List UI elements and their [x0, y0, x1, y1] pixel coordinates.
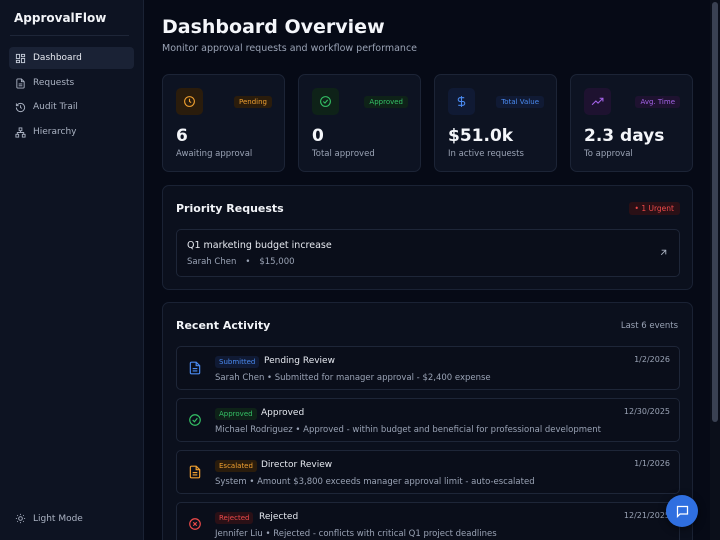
- status-badge: Submitted: [215, 356, 260, 368]
- panel-title: Priority Requests: [176, 202, 284, 215]
- sun-icon: [15, 513, 26, 524]
- stat-label: In active requests: [448, 149, 524, 159]
- light-mode-toggle[interactable]: Light Mode: [15, 513, 83, 524]
- trending-up-icon: [591, 97, 604, 106]
- stat-label: To approval: [584, 149, 633, 159]
- activity-date: 1/2/2026: [634, 355, 670, 364]
- activity-item[interactable]: Submitted Pending Review Sarah Chen • Su…: [176, 346, 680, 390]
- sidebar-item-label: Dashboard: [33, 53, 82, 63]
- stat-value: $51.0k: [448, 126, 514, 146]
- activity-date: 12/21/2025: [623, 511, 670, 520]
- activity-title: Director Review: [261, 460, 333, 470]
- stat-icon-box: [312, 88, 339, 115]
- status-badge: Avg. Time: [635, 96, 680, 108]
- sidebar: ApprovalFlow Dashboard Requests Audit Tr…: [0, 0, 144, 540]
- status-badge: Approved: [215, 408, 257, 420]
- file-icon: [189, 465, 201, 479]
- activity-description: Sarah Chen • Submitted for manager appro…: [215, 373, 491, 383]
- stat-icon-box: [176, 88, 203, 115]
- events-count: Last 6 events: [620, 321, 678, 331]
- activity-item[interactable]: Approved Approved Michael Rodriguez • Ap…: [176, 398, 680, 442]
- x-circle-icon: [189, 518, 201, 530]
- priority-request-item[interactable]: Q1 marketing budget increase Sarah Chen …: [176, 229, 680, 277]
- stat-icon-box: [448, 88, 475, 115]
- activity-title: Pending Review: [264, 356, 335, 366]
- sidebar-item-audit-trail[interactable]: Audit Trail: [9, 96, 134, 118]
- org-chart-icon: [15, 126, 26, 138]
- stat-card-avg-time: Avg. Time 2.3 days To approval: [570, 74, 693, 172]
- request-meta: Sarah Chen • $15,000: [187, 257, 295, 267]
- urgent-badge: • 1 Urgent: [628, 202, 680, 215]
- file-icon: [189, 361, 201, 375]
- meta-separator: •: [245, 257, 251, 267]
- activity-item[interactable]: Escalated Director Review System • Amoun…: [176, 450, 680, 494]
- document-icon: [16, 77, 25, 89]
- stat-card-approved: Approved 0 Total approved: [298, 74, 421, 172]
- activity-description: System • Amount $3,800 exceeds manager a…: [215, 477, 535, 487]
- stat-card-pending: Pending 6 Awaiting approval: [162, 74, 285, 172]
- activity-title: Approved: [261, 408, 305, 418]
- clock-icon: [184, 96, 195, 107]
- activity-date: 1/1/2026: [634, 459, 670, 468]
- sidebar-item-hierarchy[interactable]: Hierarchy: [9, 121, 134, 143]
- chat-icon: [676, 505, 688, 518]
- panel-title: Recent Activity: [176, 319, 271, 332]
- status-badge: Pending: [234, 96, 272, 108]
- sidebar-item-label: Hierarchy: [33, 127, 77, 137]
- sidebar-item-requests[interactable]: Requests: [9, 72, 134, 94]
- stat-label: Total approved: [312, 149, 375, 159]
- status-badge: Escalated: [215, 460, 257, 472]
- arrow-up-right-icon[interactable]: [658, 247, 669, 258]
- requester-name: Sarah Chen: [187, 257, 237, 267]
- sidebar-item-dashboard[interactable]: Dashboard: [9, 47, 134, 69]
- status-badge: Total Value: [496, 96, 544, 108]
- brand-divider: [10, 35, 129, 36]
- scrollbar[interactable]: [710, 0, 720, 540]
- priority-requests-panel: Priority Requests • 1 Urgent Q1 marketin…: [162, 185, 693, 290]
- scrollbar-thumb[interactable]: [712, 2, 718, 422]
- light-mode-label: Light Mode: [33, 513, 83, 524]
- main-content: Dashboard Overview Monitor approval requ…: [144, 0, 710, 540]
- sidebar-item-label: Requests: [33, 78, 75, 88]
- stat-value: 6: [176, 126, 188, 146]
- dashboard-grid-icon: [15, 53, 26, 63]
- activity-date: 12/30/2025: [623, 407, 670, 416]
- stat-value: 0: [312, 126, 324, 146]
- sidebar-item-label: Audit Trail: [33, 102, 78, 112]
- check-circle-icon: [320, 96, 331, 107]
- status-badge: Rejected: [215, 512, 254, 524]
- page-subtitle: Monitor approval requests and workflow p…: [162, 43, 418, 54]
- stat-icon-box: [584, 88, 611, 115]
- activity-item[interactable]: Rejected Rejected Jennifer Liu • Rejecte…: [176, 502, 680, 540]
- history-icon: [15, 102, 26, 112]
- request-title: Q1 marketing budget increase: [187, 240, 332, 251]
- app-brand: ApprovalFlow: [14, 11, 107, 25]
- check-circle-icon: [189, 414, 201, 426]
- status-badge: Approved: [364, 96, 408, 108]
- request-amount: $15,000: [259, 257, 295, 267]
- activity-description: Jennifer Liu • Rejected - conflicts with…: [215, 529, 497, 539]
- stat-value: 2.3 days: [584, 126, 665, 146]
- page-title: Dashboard Overview: [162, 16, 385, 38]
- dollar-icon: [457, 96, 466, 107]
- chat-button[interactable]: [666, 495, 698, 527]
- recent-activity-panel: Recent Activity Last 6 events Submitted …: [162, 302, 693, 540]
- activity-title: Rejected: [259, 512, 299, 522]
- stat-label: Awaiting approval: [176, 149, 253, 159]
- stat-card-total-value: Total Value $51.0k In active requests: [434, 74, 557, 172]
- activity-description: Michael Rodriguez • Approved - within bu…: [215, 425, 601, 435]
